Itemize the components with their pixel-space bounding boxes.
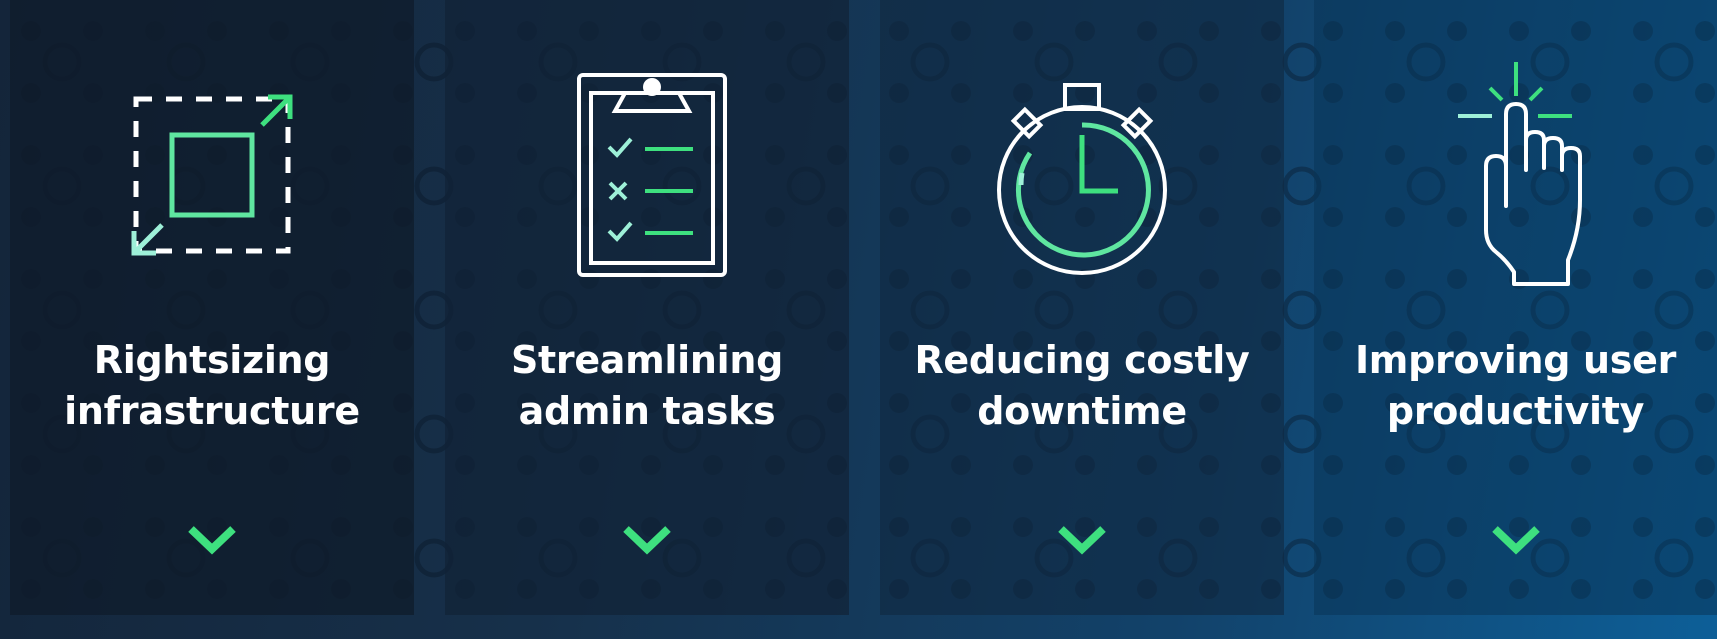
card-title-line: Rightsizing [93,338,331,382]
chevron-down-icon[interactable] [187,523,237,555]
card-title-line: Streamlining [510,338,784,382]
card-title-line: Reducing costly [914,338,1250,382]
card-title-line: productivity [1386,389,1645,433]
card-reducing-costly-downtime[interactable]: Reducing costly downtime [880,0,1284,615]
card-title: Reducing costly downtime [880,335,1284,437]
chevron-down-icon[interactable] [1491,523,1541,555]
card-title-line: infrastructure [64,389,360,433]
stopwatch-icon [992,60,1172,290]
card-title-line: Improving user [1354,338,1677,382]
feature-cards: Rightsizing infrastructure Streamlining … [10,0,1717,615]
clipboard-checklist-icon [557,60,737,290]
pointing-hand-tap-icon [1426,60,1606,290]
chevron-down-icon[interactable] [622,523,672,555]
resize-icon [122,60,302,290]
card-title: Improving user productivity [1314,335,1717,437]
card-title-line: admin tasks [518,389,776,433]
chevron-down-icon[interactable] [1057,523,1107,555]
card-title: Streamlining admin tasks [445,335,849,437]
card-streamlining-admin-tasks[interactable]: Streamlining admin tasks [445,0,849,615]
card-improving-user-productivity[interactable]: Improving user productivity [1314,0,1717,615]
card-title: Rightsizing infrastructure [10,335,414,437]
card-title-line: downtime [977,389,1187,433]
card-rightsizing-infrastructure[interactable]: Rightsizing infrastructure [10,0,414,615]
